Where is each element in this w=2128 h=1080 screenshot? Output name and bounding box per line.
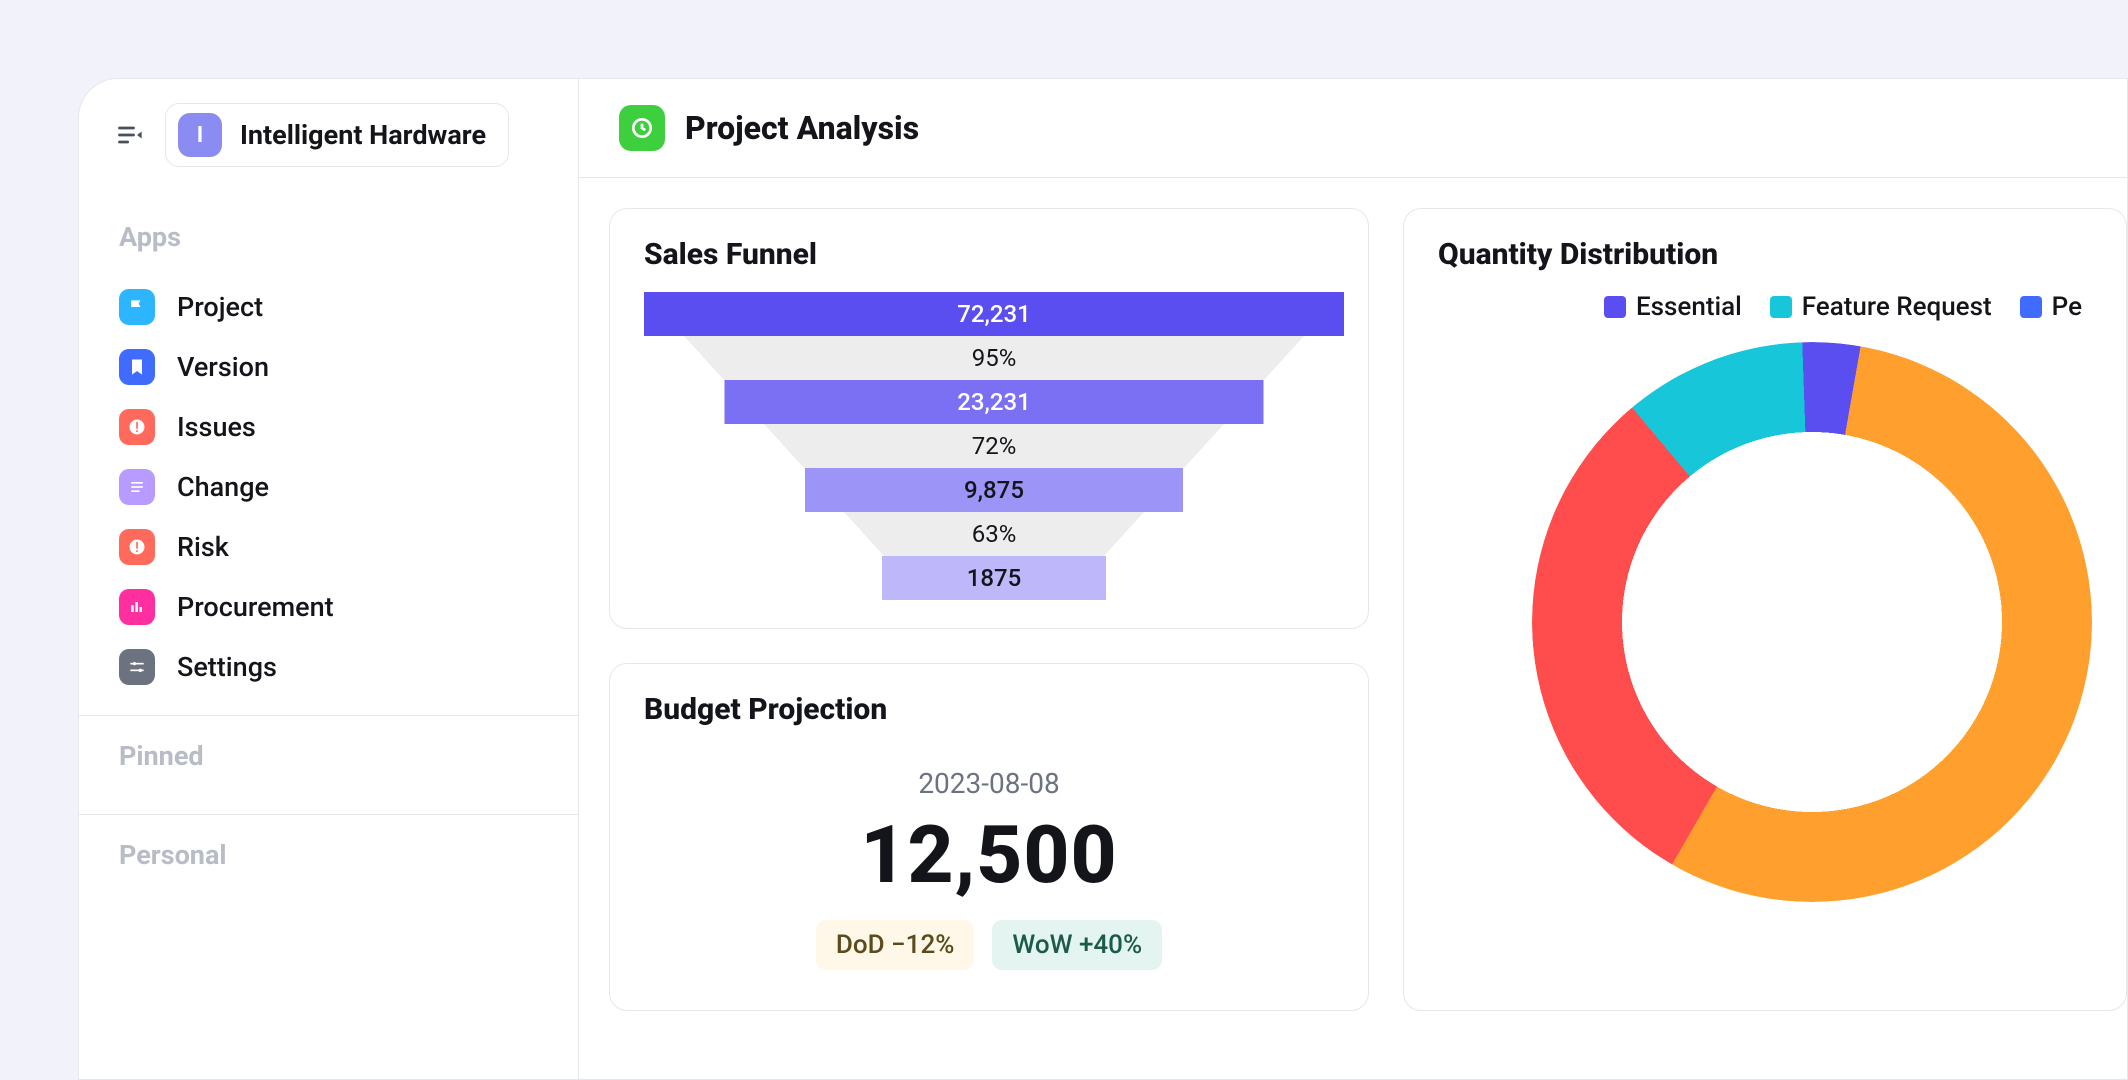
chart-legend: Essential Feature Request Pe bbox=[1438, 292, 2092, 322]
legend-swatch bbox=[2020, 296, 2042, 318]
dashboard-icon bbox=[619, 105, 665, 151]
sidebar-item-label: Version bbox=[177, 351, 269, 383]
donut-chart bbox=[1532, 342, 2092, 902]
sidebar-item-label: Risk bbox=[177, 531, 229, 563]
page-header: Project Analysis bbox=[579, 79, 2127, 178]
funnel-pct-2: 72% bbox=[644, 432, 1344, 460]
sales-funnel-card: Sales Funnel 72,231 95% 23,231 72% 9,875 bbox=[609, 208, 1369, 629]
workspace-avatar: I bbox=[178, 113, 222, 157]
list-icon bbox=[119, 469, 155, 505]
wow-badge: WoW +40% bbox=[992, 920, 1162, 970]
bookmark-icon bbox=[119, 349, 155, 385]
funnel-chart: 72,231 95% 23,231 72% 9,875 63% 1875 bbox=[644, 292, 1344, 600]
funnel-pct-3: 63% bbox=[644, 520, 1344, 548]
sidebar-item-version[interactable]: Version bbox=[79, 337, 578, 397]
flag-icon bbox=[119, 289, 155, 325]
sidebar: I Intelligent Hardware Apps Project Vers… bbox=[79, 79, 579, 1079]
sliders-icon bbox=[119, 649, 155, 685]
legend-item-pe: Pe bbox=[2020, 292, 2082, 322]
legend-swatch bbox=[1770, 296, 1792, 318]
sidebar-item-label: Procurement bbox=[177, 591, 334, 623]
alert-icon bbox=[119, 409, 155, 445]
sidebar-item-risk[interactable]: Risk bbox=[79, 517, 578, 577]
sidebar-item-label: Change bbox=[177, 471, 269, 503]
sidebar-section-apps: Apps bbox=[79, 197, 578, 277]
quantity-distribution-card: Quantity Distribution Essential Feature … bbox=[1403, 208, 2127, 1011]
bars-icon bbox=[119, 589, 155, 625]
sidebar-item-label: Settings bbox=[177, 651, 277, 683]
budget-value: 12,500 bbox=[644, 808, 1334, 902]
funnel-stage-4: 1875 bbox=[882, 556, 1106, 600]
sidebar-item-project[interactable]: Project bbox=[79, 277, 578, 337]
sidebar-item-issues[interactable]: Issues bbox=[79, 397, 578, 457]
sidebar-collapse-button[interactable] bbox=[113, 118, 147, 152]
sidebar-item-settings[interactable]: Settings bbox=[79, 637, 578, 697]
budget-projection-card: Budget Projection 2023-08-08 12,500 DoD … bbox=[609, 663, 1369, 1011]
card-title: Sales Funnel bbox=[644, 237, 1334, 272]
legend-label: Pe bbox=[2052, 292, 2082, 322]
sidebar-item-procurement[interactable]: Procurement bbox=[79, 577, 578, 637]
sidebar-item-label: Issues bbox=[177, 411, 256, 443]
card-title: Quantity Distribution bbox=[1438, 237, 2092, 272]
funnel-pct-1: 95% bbox=[644, 344, 1344, 372]
sidebar-item-change[interactable]: Change bbox=[79, 457, 578, 517]
dod-badge: DoD −12% bbox=[816, 920, 975, 970]
legend-item-feature-request: Feature Request bbox=[1770, 292, 1992, 322]
funnel-stage-3: 9,875 bbox=[805, 468, 1183, 512]
sidebar-item-label: Project bbox=[177, 291, 263, 323]
sidebar-section-personal: Personal bbox=[79, 815, 578, 895]
legend-item-essential: Essential bbox=[1604, 292, 1742, 322]
workspace-switcher[interactable]: I Intelligent Hardware bbox=[165, 103, 509, 167]
warning-icon bbox=[119, 529, 155, 565]
funnel-stage-1: 72,231 bbox=[644, 292, 1344, 336]
card-title: Budget Projection bbox=[644, 692, 1334, 727]
main-content: Project Analysis Sales Funnel 72,231 95%… bbox=[579, 79, 2127, 1079]
budget-date: 2023-08-08 bbox=[644, 767, 1334, 800]
funnel-stage-2: 23,231 bbox=[725, 380, 1264, 424]
page-title: Project Analysis bbox=[685, 109, 919, 147]
legend-swatch bbox=[1604, 296, 1626, 318]
sidebar-section-pinned: Pinned bbox=[79, 716, 578, 796]
workspace-name: Intelligent Hardware bbox=[240, 119, 486, 151]
legend-label: Essential bbox=[1636, 292, 1742, 322]
legend-label: Feature Request bbox=[1802, 292, 1992, 322]
